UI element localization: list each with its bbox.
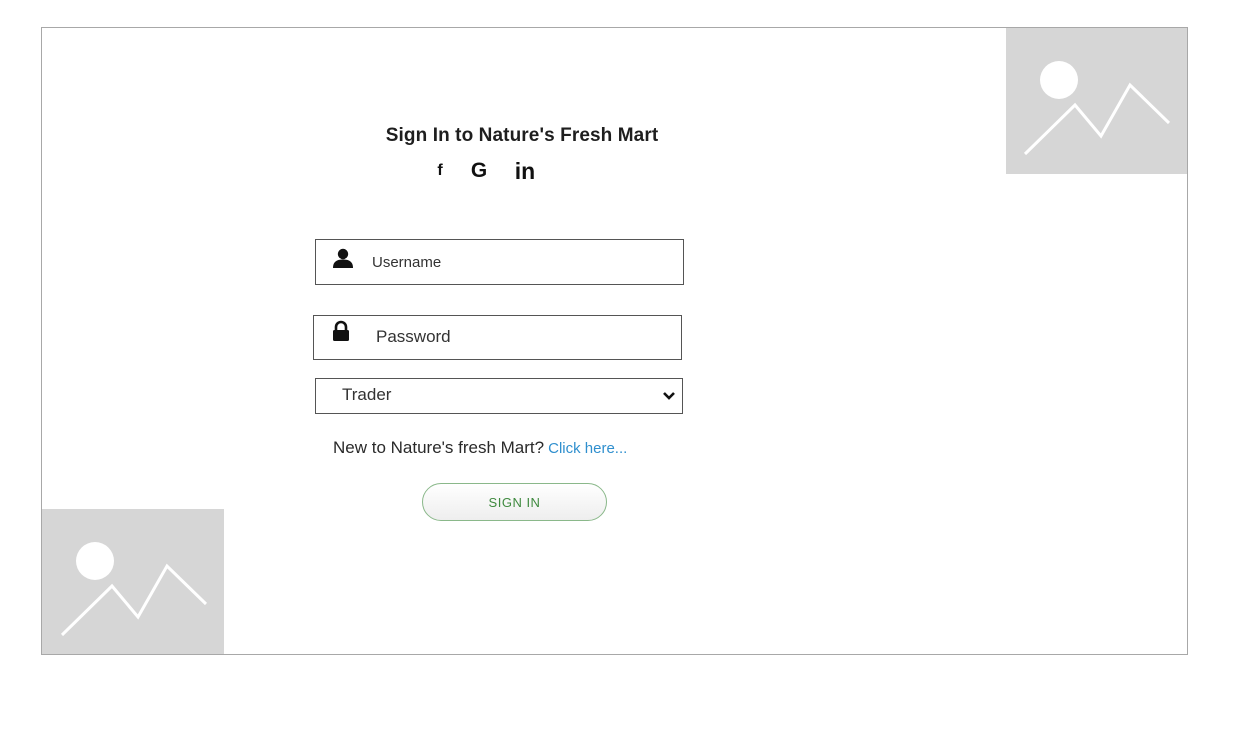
sign-in-button[interactable]: SIGN IN <box>422 483 607 521</box>
register-prompt-text: New to Nature's fresh Mart? <box>333 438 545 457</box>
register-link[interactable]: Click here... <box>548 440 627 457</box>
register-prompt: New to Nature's fresh Mart? Click here... <box>333 438 753 458</box>
username-field[interactable] <box>315 239 684 285</box>
image-placeholder-graphic <box>60 542 208 637</box>
social-login-group: f G in <box>430 156 538 186</box>
user-icon <box>333 248 353 268</box>
password-input[interactable] <box>376 326 666 348</box>
role-select-value: Trader <box>342 385 392 404</box>
password-field[interactable] <box>313 315 682 360</box>
username-input[interactable] <box>372 252 662 272</box>
role-select[interactable]: Trader <box>315 378 683 414</box>
lock-icon <box>333 320 349 341</box>
chevron-down-icon[interactable] <box>662 390 676 402</box>
facebook-icon[interactable]: f <box>430 162 450 180</box>
image-placeholder-icon <box>42 509 224 654</box>
login-frame: Sign In to Nature's Fresh Mart f G in Tr… <box>41 27 1188 655</box>
linkedin-icon[interactable]: in <box>512 158 538 185</box>
image-placeholder-graphic <box>1023 61 1171 156</box>
page-title: Sign In to Nature's Fresh Mart <box>385 125 659 146</box>
google-icon[interactable]: G <box>468 159 490 183</box>
image-placeholder-icon <box>1006 28 1187 174</box>
